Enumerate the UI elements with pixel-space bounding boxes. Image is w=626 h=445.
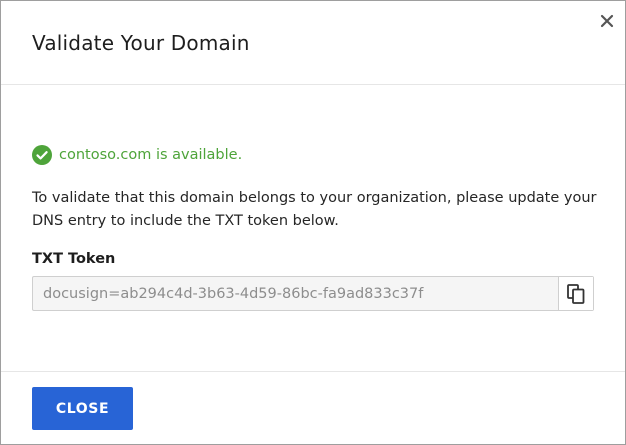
dialog-footer: CLOSE <box>1 371 625 444</box>
dialog-header: Validate Your Domain <box>1 1 625 85</box>
availability-status: contoso.com is available. <box>32 145 242 165</box>
close-icon-glyph <box>600 14 614 28</box>
validate-domain-dialog: Validate Your Domain contoso.com is avai… <box>0 0 626 445</box>
availability-text: contoso.com is available. <box>59 147 243 163</box>
copy-button[interactable] <box>558 277 593 310</box>
close-icon[interactable] <box>596 10 618 32</box>
txt-token-field <box>32 276 594 311</box>
close-button[interactable]: CLOSE <box>32 387 133 430</box>
dialog-title: Validate Your Domain <box>32 31 250 55</box>
instructions-text: To validate that this domain belongs to … <box>32 190 597 229</box>
txt-token-label: TXT Token <box>32 251 116 267</box>
txt-token-input[interactable] <box>33 277 558 310</box>
check-circle-icon <box>32 145 52 165</box>
copy-icon <box>567 283 585 304</box>
